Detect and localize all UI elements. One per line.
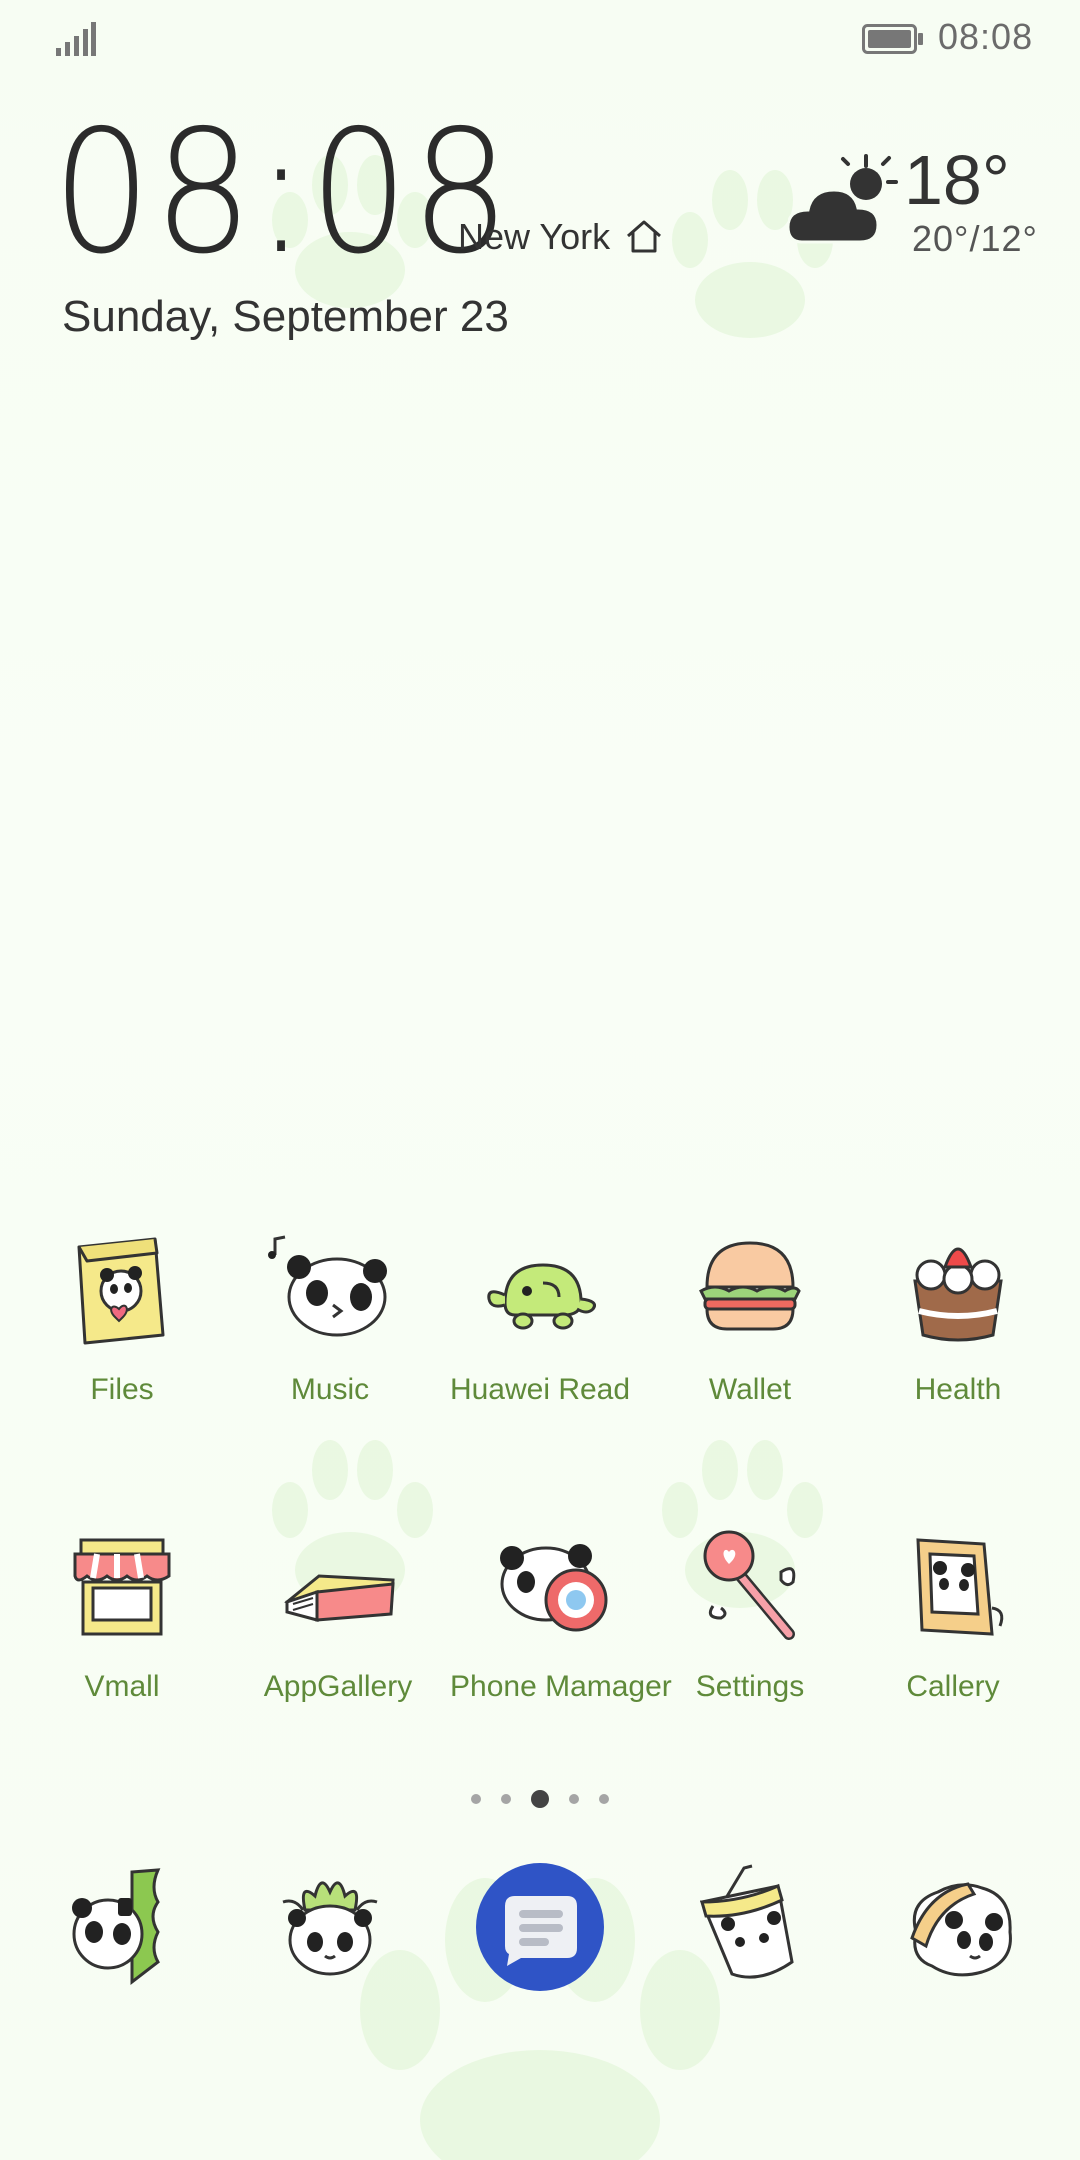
current-temperature: 18° xyxy=(904,141,1010,219)
app-appgallery[interactable]: AppGallery xyxy=(233,1522,443,1704)
temperature-range: 20°/12° xyxy=(912,218,1038,259)
app-label: Music xyxy=(290,1373,370,1406)
partly-cloudy-icon[interactable] xyxy=(788,152,898,248)
app-vmall[interactable]: Vmall xyxy=(17,1522,227,1704)
app-label: AppGallery xyxy=(263,1670,413,1703)
date-text: Sunday, September 23 xyxy=(62,292,509,341)
page-indicator[interactable] xyxy=(0,1784,1080,1814)
battery-icon xyxy=(862,24,923,54)
app-label: Wallet xyxy=(708,1373,792,1406)
panda-shield-icon xyxy=(500,1544,608,1632)
app-label: Settings xyxy=(695,1670,805,1703)
page-dot-active[interactable] xyxy=(531,1790,549,1808)
status-bar: 08:08 xyxy=(0,0,1080,80)
app-health[interactable]: Health xyxy=(853,1225,1063,1407)
page-dot[interactable] xyxy=(599,1794,609,1804)
app-music[interactable]: Music xyxy=(225,1225,435,1407)
app-label: Vmall xyxy=(84,1670,160,1703)
app-label: Health xyxy=(914,1373,1002,1406)
app-gallery[interactable]: Callery xyxy=(848,1522,1058,1704)
page-dot[interactable] xyxy=(569,1794,579,1804)
photo-frame-icon xyxy=(916,1538,1004,1636)
page-dot[interactable] xyxy=(471,1794,481,1804)
matchbox-icon xyxy=(284,1574,395,1622)
app-label: Phone Mamager xyxy=(450,1670,672,1703)
status-bar-time: 08:08 xyxy=(938,16,1034,57)
app-label: Callery xyxy=(906,1670,1000,1703)
messages-icon[interactable] xyxy=(475,1862,605,1992)
shop-stall-icon xyxy=(73,1538,171,1636)
signal-strength-icon xyxy=(56,22,96,56)
app-settings[interactable]: Settings xyxy=(645,1522,855,1704)
browser-cup-icon[interactable] xyxy=(682,1862,812,1992)
app-label: Files xyxy=(90,1373,154,1406)
phone-panda-icon[interactable] xyxy=(58,1862,188,1992)
app-wallet[interactable]: Wallet xyxy=(645,1225,855,1407)
contacts-panda-icon[interactable] xyxy=(265,1862,395,1992)
app-phone-manager[interactable]: Phone Mamager xyxy=(450,1522,672,1704)
app-files[interactable]: Files xyxy=(17,1225,227,1407)
music-panda-icon xyxy=(268,1235,387,1337)
burger-icon xyxy=(699,1241,801,1331)
app-huawei-read[interactable]: Huawei Read xyxy=(435,1225,645,1407)
cake-icon xyxy=(913,1247,1003,1342)
turtle-icon xyxy=(487,1263,596,1330)
app-label: Huawei Read xyxy=(449,1373,631,1406)
clock-time[interactable]: 08:08 xyxy=(52,108,512,278)
files-icon xyxy=(77,1237,165,1345)
camera-panda-icon[interactable] xyxy=(898,1862,1028,1992)
city-name: New York xyxy=(458,216,611,257)
page-dot[interactable] xyxy=(501,1794,511,1804)
home-icon xyxy=(627,220,661,253)
magic-wand-icon xyxy=(703,1530,796,1640)
